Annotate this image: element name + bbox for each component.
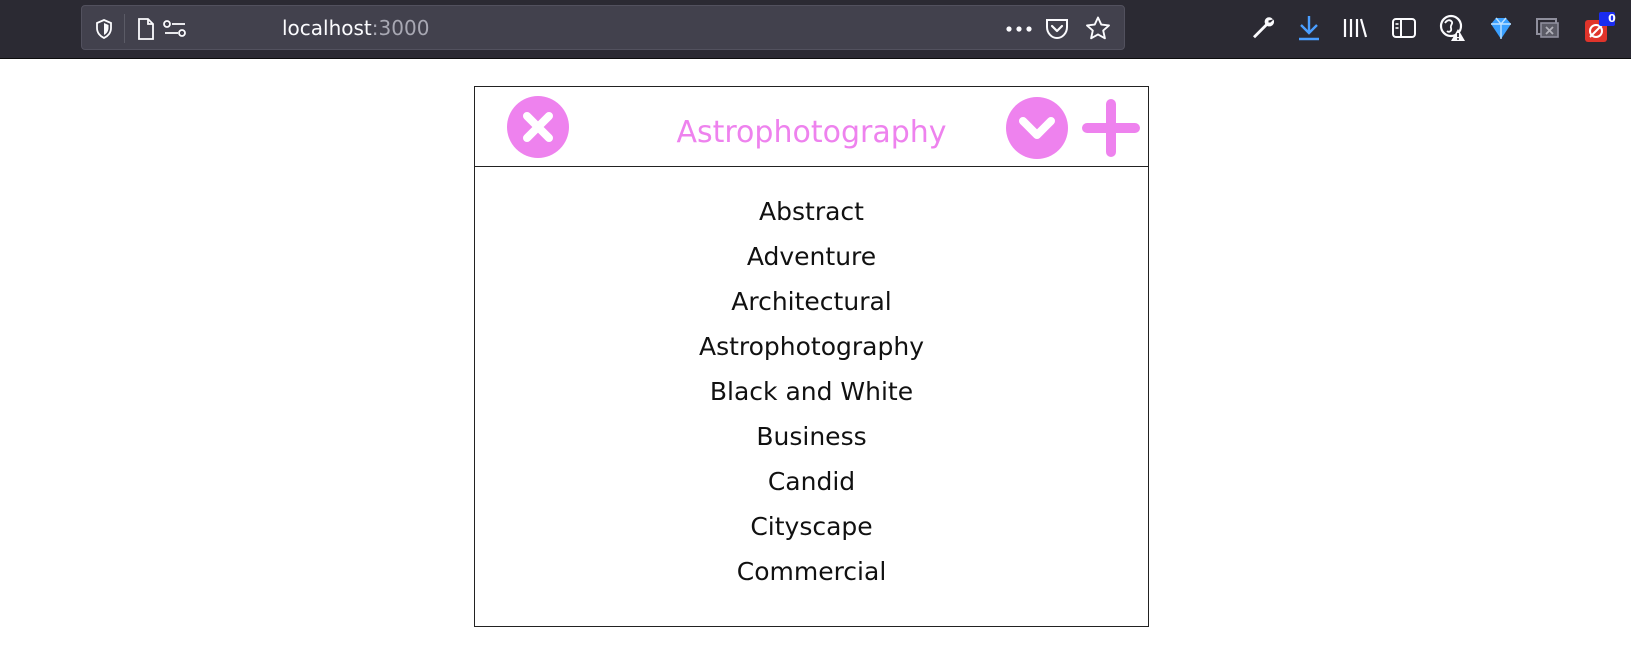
extension-badge-count: 0 [1608,12,1616,25]
library-icon[interactable] [1340,12,1370,44]
category-list: Abstract Adventure Architectural Astroph… [475,189,1148,594]
shield-icon[interactable] [92,6,116,51]
list-item[interactable]: Cityscape [475,504,1148,549]
add-button[interactable] [1082,99,1140,157]
page-icon [134,6,158,51]
list-item[interactable]: Candid [475,459,1148,504]
list-item[interactable]: Adventure [475,234,1148,279]
gem-extension-icon[interactable] [1486,12,1516,44]
sidebar-icon[interactable] [1389,12,1419,44]
bookmark-star-icon[interactable] [1082,6,1114,51]
url-bar[interactable]: localhost:3000 [81,5,1125,50]
url-host: localhost [282,16,372,40]
category-panel: Astrophotography Abstract Adventure Arch… [474,86,1149,627]
pocket-icon[interactable] [1042,6,1072,51]
tracking-protection-warning-icon[interactable] [1438,12,1468,44]
list-item[interactable]: Black and White [475,369,1148,414]
chevron-down-circle-icon [1006,97,1068,159]
expand-dropdown-button[interactable] [1006,97,1068,159]
panel-header: Astrophotography [475,87,1148,167]
extension-badge-icon[interactable]: 0 [1582,12,1618,44]
list-item[interactable]: Commercial [475,549,1148,594]
url-text[interactable]: localhost:3000 [282,6,429,51]
plus-icon [1082,99,1140,157]
url-port: :3000 [371,16,430,40]
close-circle-icon [507,96,569,158]
browser-toolbar: localhost:3000 0 [0,0,1631,59]
wrench-icon[interactable] [1248,12,1278,44]
permissions-icon[interactable] [162,6,188,51]
download-icon[interactable] [1294,12,1324,44]
url-bar-divider [124,14,125,43]
close-button[interactable] [507,96,569,158]
list-item[interactable]: Astrophotography [475,324,1148,369]
list-item[interactable]: Abstract [475,189,1148,234]
disabled-extension-icon[interactable] [1533,12,1563,44]
list-item[interactable]: Architectural [475,279,1148,324]
list-item[interactable]: Business [475,414,1148,459]
more-actions-icon[interactable] [1004,6,1034,51]
